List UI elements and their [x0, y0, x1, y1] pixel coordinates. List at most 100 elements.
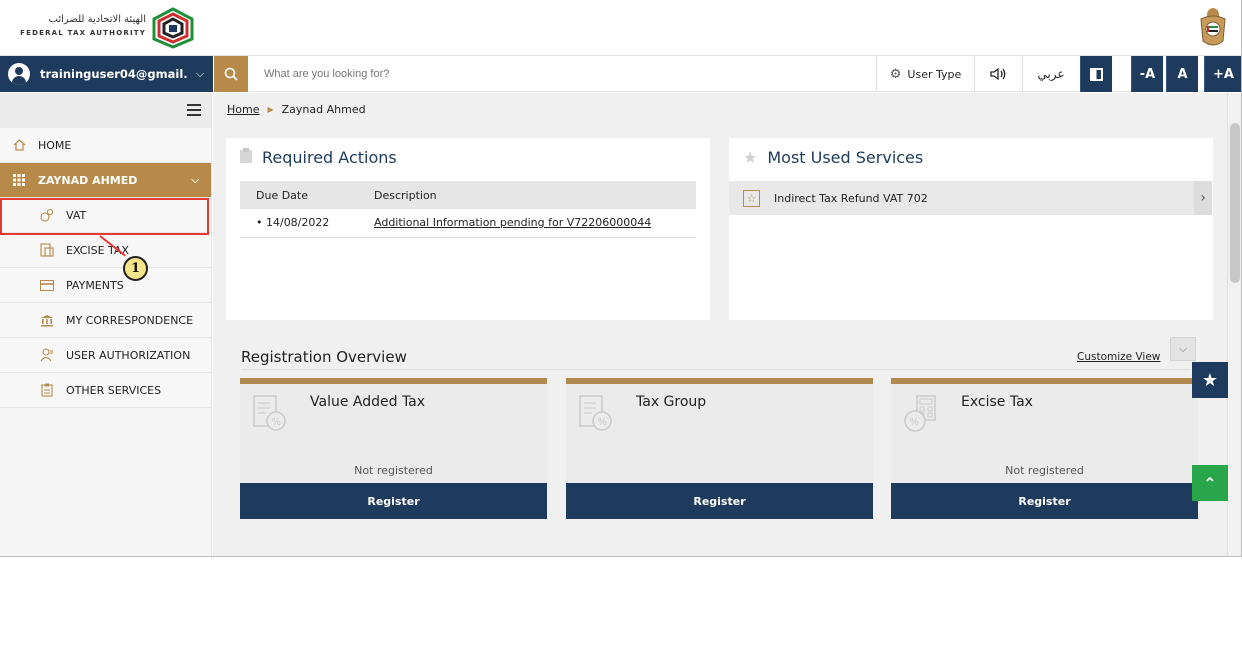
sidebar-item-payments[interactable]: PAYMENTS: [0, 268, 211, 303]
sidebar-item-label: MY CORRESPONDENCE: [66, 313, 194, 327]
chevron-right-icon[interactable]: ›: [1194, 181, 1212, 215]
vat-registration-card: % Value Added Tax Not registered Registe…: [240, 378, 547, 519]
user-account-menu[interactable]: traininguser04@gmail.c... ⌵: [0, 56, 213, 92]
breadcrumb-separator-icon: ▶: [267, 105, 274, 114]
register-button[interactable]: Register: [891, 483, 1198, 519]
required-action-link[interactable]: Additional Information pending for V7220…: [374, 216, 651, 229]
register-button[interactable]: Register: [240, 483, 547, 519]
annotation-step-badge: 1: [123, 256, 148, 281]
register-button[interactable]: Register: [566, 483, 873, 519]
font-decrease-button[interactable]: -A: [1131, 56, 1163, 92]
sidebar-item-vat[interactable]: VAT: [0, 198, 211, 233]
main-content: Home ▶ Zaynad Ahmed Required Actions Due…: [213, 93, 1227, 556]
favorites-floating-button[interactable]: ★: [1192, 362, 1228, 398]
svg-text:%: %: [910, 417, 920, 428]
sidebar-item-other-services[interactable]: OTHER SERVICES: [0, 373, 211, 408]
contrast-icon: [1090, 67, 1103, 81]
vertical-scrollbar[interactable]: [1227, 93, 1241, 556]
sidebar-header: [0, 93, 211, 128]
sidebar-item-user-authorization[interactable]: USER AUTHORIZATION: [0, 338, 211, 373]
app-window: الهيئة الاتحادية للضرائب FEDERAL TAX AUT…: [0, 0, 1242, 557]
most-used-services-title: ★ Most Used Services: [743, 148, 923, 167]
divider: [241, 369, 1191, 370]
logo-arabic-text: الهيئة الاتحادية للضرائب: [48, 14, 146, 25]
star-icon: ★: [1201, 369, 1219, 391]
service-label: Indirect Tax Refund VAT 702: [774, 191, 928, 205]
most-used-service-item[interactable]: ☆ Indirect Tax Refund VAT 702 ›: [729, 181, 1212, 215]
required-actions-panel: Required Actions Due Date Description • …: [226, 138, 710, 320]
logo-text: الهيئة الاتحادية للضرائب FEDERAL TAX AUT…: [8, 14, 146, 39]
card-title: Tax Group: [636, 394, 707, 410]
due-date-cell: • 14/08/2022: [240, 209, 358, 238]
chevron-down-icon[interactable]: ⌵: [187, 67, 213, 81]
uae-emblem-icon: [1200, 8, 1226, 46]
sidebar-group-zaynad-ahmed[interactable]: ZAYNAD AHMED ⌵: [0, 163, 211, 198]
user-avatar-icon: [8, 63, 30, 85]
card-title: Value Added Tax: [310, 394, 426, 410]
description-cell: Additional Information pending for V7220…: [358, 209, 696, 238]
required-actions-table: Due Date Description • 14/08/2022 Additi…: [240, 181, 696, 238]
sidebar-group-label: ZAYNAD AHMED: [38, 173, 138, 187]
scroll-to-top-button[interactable]: ⌃: [1192, 465, 1228, 501]
gear-icon: ⚙: [889, 66, 902, 82]
panel-title-text: Required Actions: [262, 148, 397, 167]
customize-view-link[interactable]: Customize View: [1077, 351, 1160, 363]
grid-icon: [12, 174, 26, 186]
sidebar-item-label: VAT: [66, 208, 87, 222]
search-button[interactable]: [214, 56, 248, 92]
registration-overview-title: Registration Overview: [241, 348, 407, 366]
user-auth-icon: [40, 348, 54, 362]
hamburger-menu-icon[interactable]: [187, 104, 201, 116]
required-actions-title: Required Actions: [240, 148, 397, 167]
user-email: traininguser04@gmail.c...: [40, 67, 187, 81]
search-input[interactable]: [252, 62, 852, 86]
clipboard-icon: [240, 148, 252, 167]
coins-icon: [40, 208, 54, 222]
contrast-toggle-button[interactable]: [1080, 56, 1112, 92]
search-icon: [224, 67, 238, 81]
scrollbar-thumb[interactable]: [1230, 123, 1240, 283]
most-used-services-panel: ★ Most Used Services ☆ Indirect Tax Refu…: [729, 138, 1213, 320]
svg-text:%: %: [598, 417, 608, 428]
column-header: Due Date: [240, 181, 358, 209]
sidebar-item-my-correspondence[interactable]: MY CORRESPONDENCE: [0, 303, 211, 338]
sidebar-item-label: PAYMENTS: [66, 278, 124, 292]
user-type-button[interactable]: ⚙ User Type: [876, 56, 975, 92]
sidebar-item-label: OTHER SERVICES: [66, 383, 162, 397]
star-outline-icon: ☆: [743, 189, 760, 207]
double-chevron-up-icon: ⌃: [1203, 473, 1217, 493]
navigation-bar: traininguser04@gmail.c... ⌵ ⚙ User Type …: [0, 56, 1241, 92]
star-icon: ★: [743, 148, 758, 167]
sidebar-item-home[interactable]: HOME: [0, 128, 211, 163]
fta-logo-icon[interactable]: [150, 7, 196, 49]
user-type-label: User Type: [907, 67, 962, 81]
logo-english-text: FEDERAL TAX AUTHORITY: [20, 29, 146, 37]
excise-calculator-icon: %: [904, 395, 936, 432]
column-header: Description: [358, 181, 696, 209]
home-icon: [12, 139, 26, 151]
breadcrumb-current: Zaynad Ahmed: [281, 103, 366, 116]
table-row: • 14/08/2022 Additional Information pend…: [240, 209, 696, 238]
tax-group-registration-card: % Tax Group Register: [566, 378, 873, 519]
excise-tax-registration-card: % Excise Tax Not registered Register: [891, 378, 1198, 519]
svg-text:%: %: [272, 417, 282, 428]
table-header-row: Due Date Description: [240, 181, 696, 209]
font-reset-button[interactable]: A: [1166, 56, 1198, 92]
language-switch[interactable]: عربي: [1023, 56, 1079, 92]
card-status: Not registered: [354, 464, 433, 477]
payments-icon: [40, 279, 54, 291]
text-to-speech-button[interactable]: [975, 56, 1023, 92]
breadcrumb: Home ▶ Zaynad Ahmed: [227, 103, 366, 116]
chevron-down-icon[interactable]: ⌵: [1170, 337, 1196, 361]
breadcrumb-home-link[interactable]: Home: [227, 103, 259, 116]
bank-icon: [40, 314, 54, 327]
panel-title-text: Most Used Services: [767, 148, 924, 167]
top-header: الهيئة الاتحادية للضرائب FEDERAL TAX AUT…: [0, 0, 1241, 56]
tax-group-document-icon: %: [579, 395, 612, 431]
card-title: Excise Tax: [961, 394, 1033, 410]
font-increase-button[interactable]: +A: [1204, 56, 1241, 92]
vat-document-icon: %: [253, 395, 286, 431]
clipboard-icon: [40, 383, 54, 397]
speaker-icon: [989, 67, 1005, 81]
card-status: Not registered: [1005, 464, 1084, 477]
